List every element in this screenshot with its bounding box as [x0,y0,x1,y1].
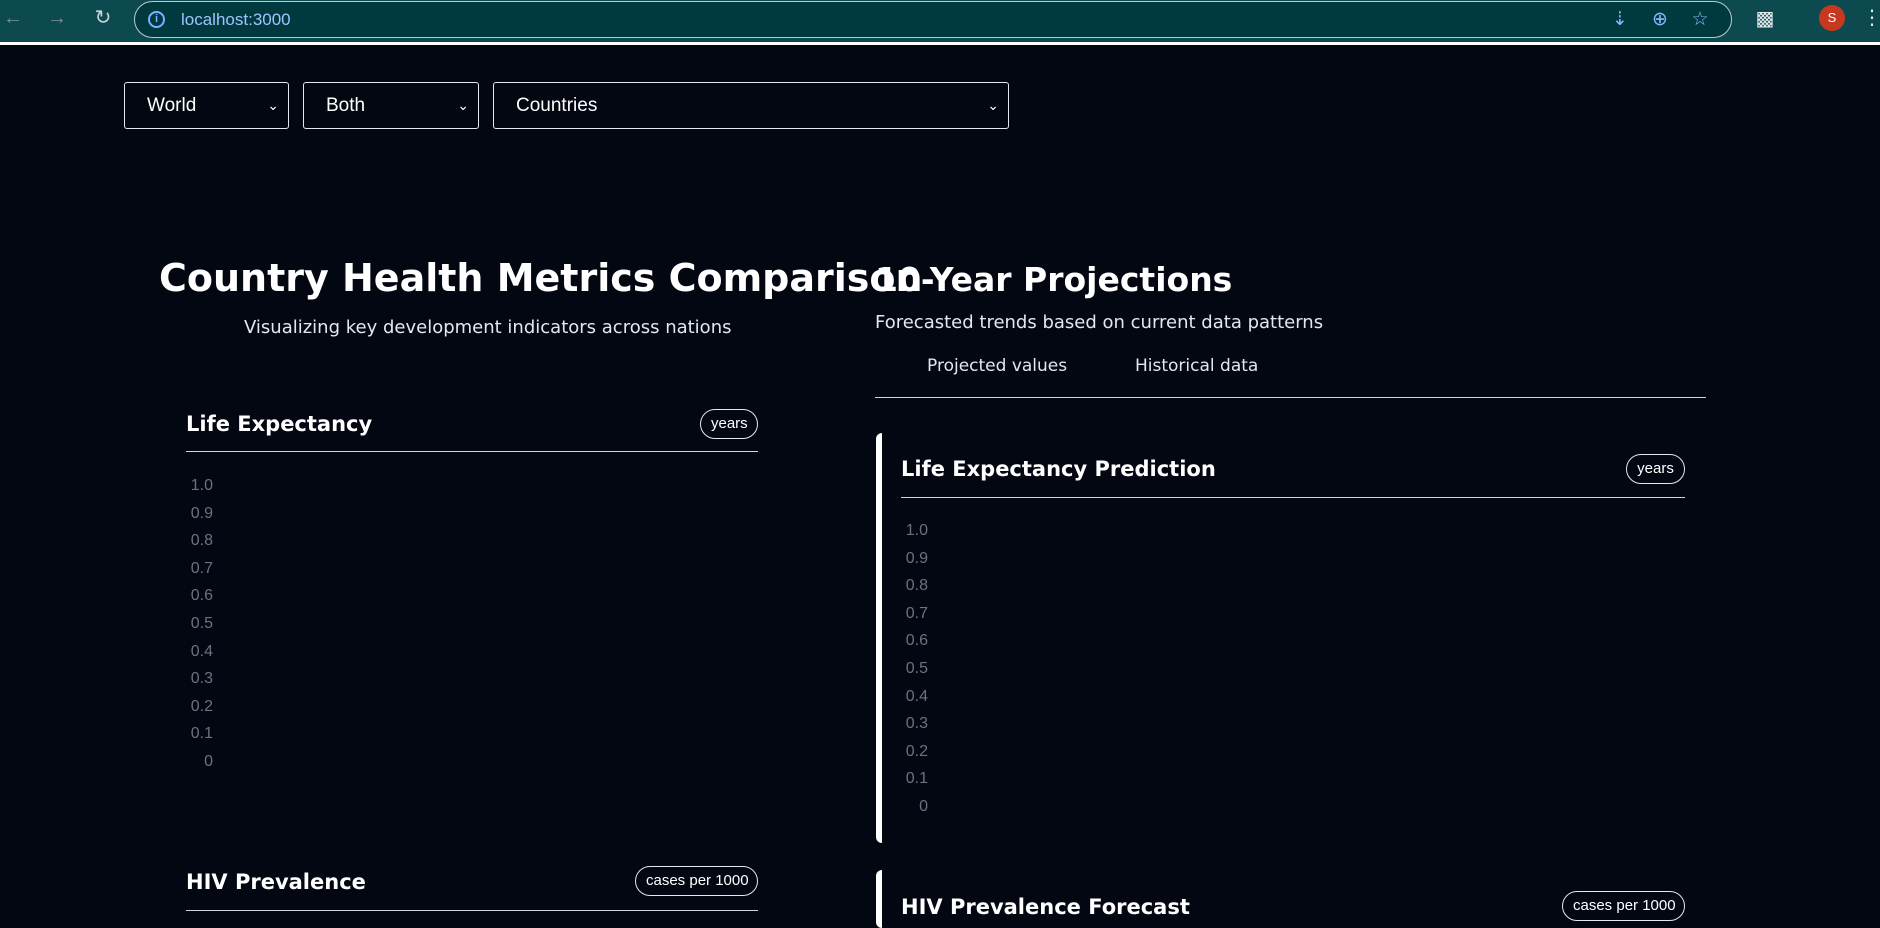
page-subtitle: Visualizing key development indicators a… [244,317,732,338]
back-arrow-icon[interactable]: ← [0,6,26,30]
y-tick-label: 0.6 [905,632,928,650]
card-accent-border [876,433,882,843]
y-tick-label: 0.7 [190,559,213,577]
tab-historical-data[interactable]: Historical data [1135,356,1258,376]
unit-badge: years [700,409,758,439]
y-tick-label: 0.5 [905,660,928,677]
y-tick-label: 0.5 [190,615,213,632]
unit-badge: cases per 1000 [1562,891,1685,921]
card-title: HIV Prevalence [186,870,366,894]
card-accent-border [876,870,882,928]
region-select[interactable]: World ⌄ [124,82,289,129]
divider [186,451,758,452]
chevron-down-icon: ⌄ [987,97,999,113]
browser-toolbar: ← → ↻ i localhost:3000 ⇣ ⊕ ☆ ▩ S ⋮ [0,0,1880,45]
y-tick-label: 0.9 [905,549,928,567]
countries-select[interactable]: Countries ⌄ [493,82,1009,129]
y-tick-label: 0.9 [190,504,213,522]
card-title: Life Expectancy Prediction [901,457,1216,481]
chevron-down-icon: ⌄ [457,97,469,113]
y-tick-label: 0 [919,798,928,815]
site-info-icon[interactable]: i [148,11,165,28]
reload-icon[interactable]: ↻ [90,6,116,30]
y-tick-label: 0.2 [190,697,213,715]
address-bar[interactable]: i localhost:3000 ⇣ ⊕ ☆ [134,1,1732,38]
bookmark-star-icon[interactable]: ☆ [1687,7,1713,33]
y-tick-label: 1.0 [905,522,928,539]
unit-badge: cases per 1000 [635,866,758,896]
page-title: Country Health Metrics Comparison [159,256,923,300]
y-tick-label: 0.8 [905,577,928,595]
region-select-value: World [147,95,197,116]
y-tick-label: 0.4 [190,642,213,660]
y-tick-label: 0.3 [190,670,213,688]
sex-select-value: Both [326,95,366,116]
tab-projected-values[interactable]: Projected values [927,356,1067,376]
divider [901,497,1685,498]
y-tick-label: 1.0 [190,477,213,494]
projections-title: 10-Year Projections [875,260,1233,299]
forward-arrow-icon[interactable]: → [44,6,70,30]
y-tick-label: 0.4 [905,687,928,705]
y-tick-label: 0.1 [190,725,213,743]
y-tick-label: 0.2 [905,742,928,760]
zoom-icon[interactable]: ⊕ [1647,7,1673,33]
sex-select[interactable]: Both ⌄ [303,82,479,129]
more-menu-icon[interactable]: ⋮ [1862,5,1880,31]
y-tick-label: 0.1 [905,770,928,788]
card-title: HIV Prevalence Forecast [901,895,1190,919]
install-app-icon[interactable]: ⇣ [1607,7,1633,33]
divider [186,910,758,911]
extensions-icon[interactable]: ▩ [1752,6,1778,32]
card-title: Life Expectancy [186,412,373,436]
projections-subtitle: Forecasted trends based on current data … [875,312,1324,333]
url-text[interactable]: localhost:3000 [181,10,291,30]
y-tick-label: 0 [204,753,213,770]
y-tick-label: 0.8 [190,532,213,550]
unit-badge: years [1626,454,1685,484]
y-tick-label: 0.7 [905,604,928,622]
countries-select-value: Countries [516,95,598,116]
chevron-down-icon: ⌄ [267,97,279,113]
profile-avatar[interactable]: S [1819,5,1845,31]
y-tick-label: 0.6 [190,587,213,605]
tabs-divider [875,397,1706,398]
y-tick-label: 0.3 [905,715,928,733]
